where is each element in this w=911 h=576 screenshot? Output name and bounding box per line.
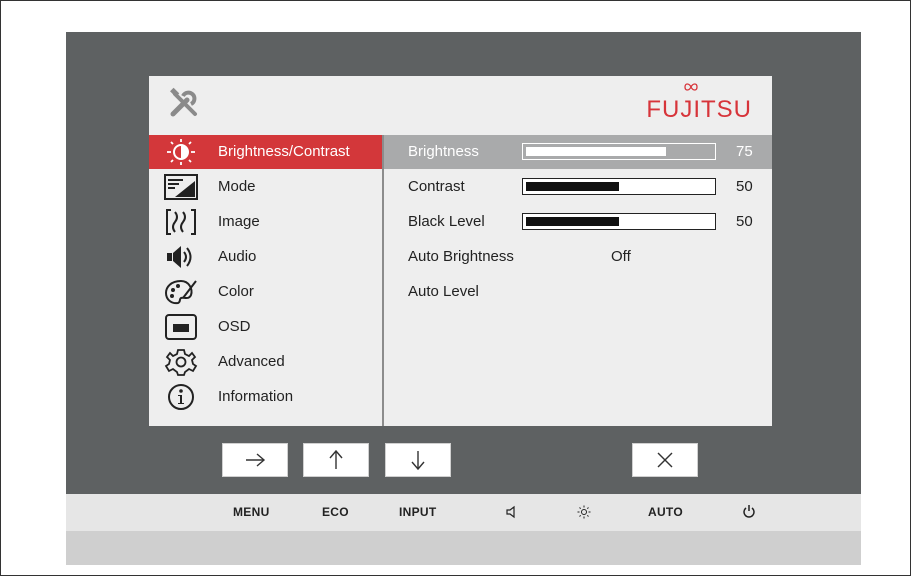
contrast-row[interactable]: Contrast 50 [384,170,772,204]
auto-key[interactable]: AUTO [648,505,683,519]
brightness-value: 75 [736,143,753,160]
black-level-label: Black Level [408,213,485,230]
menu-item-label: Image [218,213,260,230]
black-level-slider-fill [526,217,619,226]
menu-item-label: Mode [218,178,256,195]
auto-level-row[interactable]: Auto Level [384,275,772,309]
down-arrow-button[interactable] [385,443,451,477]
menu-item-audio[interactable]: Audio [149,240,382,274]
menu-item-label: Audio [218,248,257,265]
auto-level-label: Auto Level [408,283,479,300]
menu-item-information[interactable]: Information [149,380,382,414]
up-arrow-icon [329,449,343,469]
power-icon[interactable] [742,504,756,519]
contrast-slider[interactable] [522,178,716,195]
gear-icon [164,349,198,376]
auto-brightness-value: Off [611,248,631,265]
auto-brightness-label: Auto Brightness [408,248,514,265]
black-level-slider[interactable] [522,213,716,230]
auto-brightness-row[interactable]: Auto Brightness Off [384,240,772,274]
speaker-icon[interactable] [505,505,519,519]
monitor-key-strip: MENU ECO INPUT AUTO [66,494,861,531]
sun-icon[interactable] [577,505,591,519]
logo-text: FUJITSU [646,96,752,123]
menu-item-label: Information [218,388,294,405]
up-arrow-button[interactable] [303,443,369,477]
mode-icon [164,174,198,200]
brightness-slider-fill [526,147,666,156]
menu-item-image[interactable]: Image [149,205,382,239]
black-level-value: 50 [736,213,753,230]
close-button[interactable] [632,443,698,477]
black-level-row[interactable]: Black Level 50 [384,205,772,239]
input-key[interactable]: INPUT [399,505,437,519]
osd-icon [165,314,197,340]
info-icon [168,384,194,410]
menu-key[interactable]: MENU [233,505,270,519]
contrast-value: 50 [736,178,753,195]
menu-item-label: Brightness/Contrast [218,143,350,160]
right-arrow-button[interactable] [222,443,288,477]
brightness-label: Brightness [408,143,479,160]
menu-item-label: OSD [218,318,251,335]
brightness-icon [167,139,195,165]
settings-panel: Brightness 75 Contrast 50 Black Level 50… [384,135,772,426]
down-arrow-icon [411,451,425,471]
contrast-slider-fill [526,182,619,191]
menu-item-osd[interactable]: OSD [149,310,382,344]
contrast-label: Contrast [408,178,465,195]
brightness-slider[interactable] [522,143,716,160]
osd-menu: Brightness/Contrast Mode Image Audio Col… [149,135,382,426]
brightness-row[interactable]: Brightness 75 [384,135,772,169]
infinity-logo-mark [684,83,698,91]
menu-item-color[interactable]: Color [149,275,382,309]
color-palette-icon [164,279,197,305]
audio-icon [167,246,192,268]
monitor-base-strip [66,531,861,565]
fujitsu-logo: FUJITSU [646,83,752,126]
menu-item-brightness-contrast[interactable]: Brightness/Contrast [149,135,382,169]
tools-icon [170,87,197,117]
menu-item-mode[interactable]: Mode [149,170,382,204]
menu-item-label: Advanced [218,353,285,370]
menu-item-advanced[interactable]: Advanced [149,345,382,379]
close-icon [657,452,673,468]
menu-item-label: Color [218,283,254,300]
osd-panel: FUJITSU Brightness/Contrast Mode Image A… [149,76,772,426]
right-arrow-icon [246,453,266,467]
eco-key[interactable]: ECO [322,505,349,519]
image-icon [166,209,196,235]
